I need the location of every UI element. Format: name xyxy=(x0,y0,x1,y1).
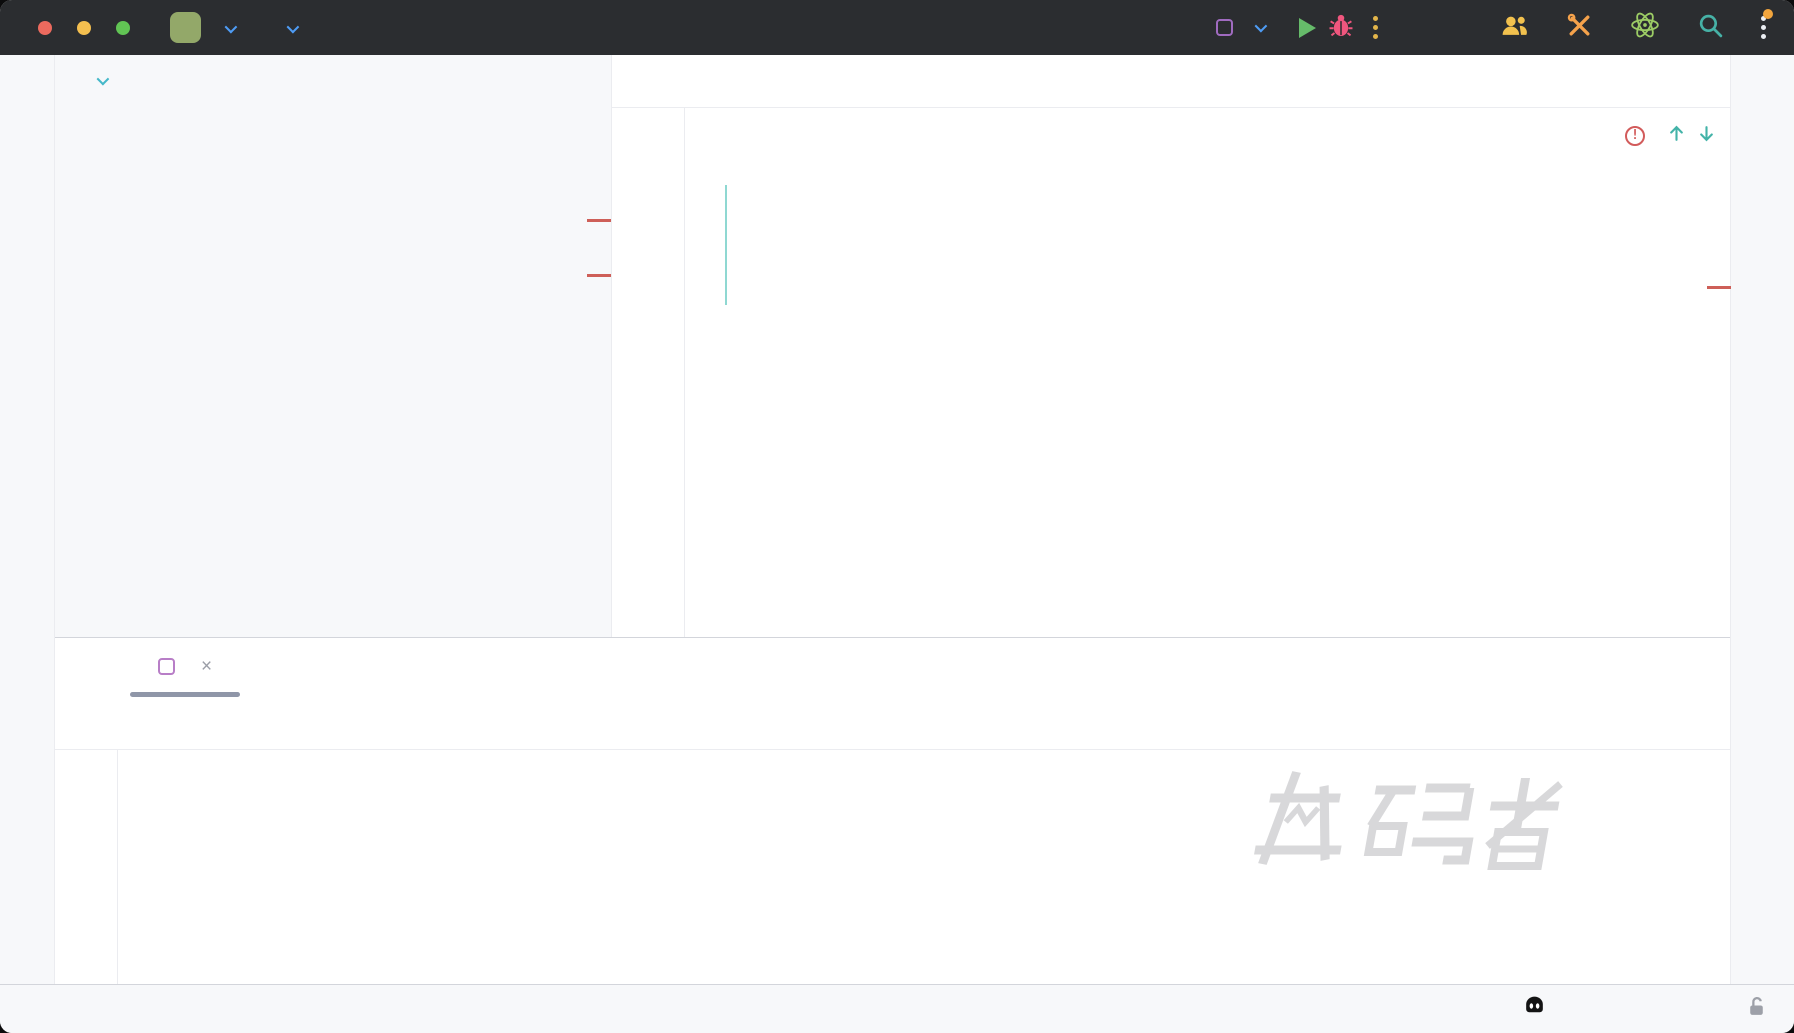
error-icon: ! xyxy=(1625,126,1645,146)
right-tool-stripe xyxy=(1730,55,1794,984)
update-badge xyxy=(1763,9,1773,19)
next-error-arrow-icon[interactable] xyxy=(1697,124,1716,147)
project-avatar[interactable] xyxy=(170,12,201,43)
code-editor[interactable]: ! xyxy=(612,108,1730,637)
version-control-menu[interactable] xyxy=(276,18,296,38)
copilot-icon[interactable] xyxy=(1522,995,1547,1023)
inspection-widget[interactable]: ! xyxy=(1625,124,1716,147)
run-configuration-widget[interactable] xyxy=(1216,19,1264,36)
search-everywhere-button[interactable] xyxy=(1697,12,1724,44)
bug-icon xyxy=(1328,12,1354,43)
atom-icon[interactable] xyxy=(1630,10,1660,45)
chevron-down-icon[interactable] xyxy=(97,72,110,85)
window-controls xyxy=(0,21,130,35)
run-toolbar xyxy=(55,695,1730,750)
code-with-me-button[interactable] xyxy=(1500,13,1529,43)
status-bar xyxy=(0,984,1794,1033)
kebab-menu-icon xyxy=(1373,16,1378,39)
run-config-icon xyxy=(158,658,175,675)
error-stripe-mark[interactable] xyxy=(1707,286,1731,289)
console-toolbar xyxy=(55,750,118,984)
more-run-actions-button[interactable] xyxy=(1358,11,1392,45)
run-config-icon xyxy=(1216,19,1233,36)
close-icon[interactable]: × xyxy=(201,657,212,676)
lock-icon[interactable] xyxy=(1747,995,1766,1023)
zoom-window-button[interactable] xyxy=(116,21,130,35)
editor-tab-bar xyxy=(612,55,1730,108)
project-widget[interactable] xyxy=(214,18,234,38)
settings-menu-button[interactable] xyxy=(1761,16,1766,39)
run-tool-window: × xyxy=(55,637,1730,984)
error-stripe-mark[interactable] xyxy=(587,274,611,277)
close-window-button[interactable] xyxy=(38,21,52,35)
title-bar xyxy=(0,0,1794,55)
chevron-down-icon xyxy=(287,20,300,33)
run-button[interactable] xyxy=(1290,11,1324,45)
minimize-window-button[interactable] xyxy=(77,21,91,35)
left-tool-stripe xyxy=(0,55,55,984)
prev-error-arrow-icon[interactable] xyxy=(1667,124,1686,147)
chevron-down-icon xyxy=(225,20,238,33)
project-tool-window xyxy=(55,55,612,637)
tools-button[interactable] xyxy=(1566,12,1593,44)
ide-window: ! × xyxy=(0,0,1794,1033)
chevron-down-icon xyxy=(1255,20,1268,33)
debug-button[interactable] xyxy=(1324,11,1358,45)
editor-area: ! xyxy=(612,55,1730,637)
indent-guide xyxy=(725,185,727,305)
run-tab[interactable]: × xyxy=(130,638,240,695)
watermark xyxy=(1250,764,1580,881)
error-stripe-mark[interactable] xyxy=(587,219,611,222)
play-icon xyxy=(1299,18,1316,38)
